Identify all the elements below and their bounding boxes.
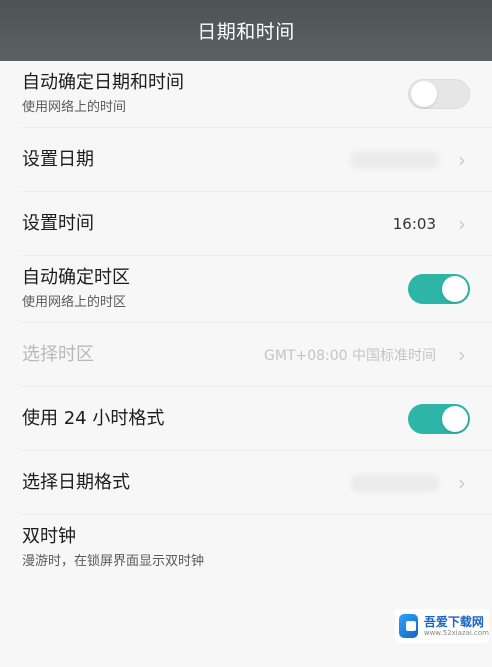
auto-timezone-subtitle: 使用网络上的时区 — [22, 295, 127, 310]
auto-datetime-title: 自动确定日期和时间 — [22, 72, 184, 93]
toggle-knob — [411, 81, 437, 107]
download-site-logo-icon — [399, 614, 418, 638]
date-format-title: 选择日期格式 — [22, 471, 130, 493]
chevron-right-icon: › — [458, 147, 466, 172]
dual-clock-title: 双时钟 — [22, 526, 76, 547]
title-bar: 日期和时间 — [0, 0, 492, 61]
page-title: 日期和时间 — [197, 21, 295, 43]
set-time-title: 设置时间 — [22, 212, 94, 234]
watermark-title: 吾爱下载网 — [423, 614, 484, 629]
toggle-knob — [442, 405, 468, 432]
use-24h-row[interactable]: 使用 24 小时格式 — [0, 387, 492, 450]
auto-datetime-subtitle: 使用网络上的时间 — [22, 100, 127, 115]
set-date-row[interactable]: 设置日期 › — [0, 128, 492, 191]
set-date-title: 设置日期 — [22, 148, 94, 170]
timezone-value: GMT+08:00 中国标准时间 — [263, 347, 436, 364]
watermark-url: www.52xiazai.com — [423, 628, 489, 637]
auto-timezone-row[interactable]: 自动确定时区 使用网络上的时区 — [0, 256, 492, 322]
auto-datetime-toggle[interactable] — [408, 79, 470, 109]
chevron-right-icon: › — [458, 470, 466, 495]
set-time-row[interactable]: 设置时间 16:03 › — [0, 192, 492, 255]
time-value: 16:03 — [392, 214, 436, 233]
auto-datetime-row[interactable]: 自动确定日期和时间 使用网络上的时间 — [0, 61, 492, 127]
date-value-blurred — [350, 150, 440, 169]
chevron-right-icon: › — [458, 342, 466, 367]
dual-clock-row[interactable]: 双时钟 漫游时，在锁屏界面显示双时钟 — [0, 515, 492, 581]
select-timezone-row: 选择时区 GMT+08:00 中国标准时间 › — [0, 323, 492, 386]
select-timezone-title: 选择时区 — [22, 343, 94, 365]
date-format-row[interactable]: 选择日期格式 › — [0, 451, 492, 514]
dual-clock-subtitle: 漫游时，在锁屏界面显示双时钟 — [22, 554, 205, 569]
auto-timezone-title: 自动确定时区 — [22, 267, 130, 288]
use-24h-toggle[interactable] — [408, 403, 470, 434]
date-format-value-blurred — [350, 473, 440, 492]
auto-timezone-toggle[interactable] — [408, 274, 470, 304]
chevron-right-icon: › — [458, 211, 466, 236]
watermark-logo: 吾爱下载网 www.52xiazai.com — [395, 609, 489, 643]
toggle-knob — [442, 276, 468, 302]
settings-list: 自动确定日期和时间 使用网络上的时间 设置日期 › 设置时间 16:03 › 自… — [0, 61, 492, 581]
use-24h-title: 使用 24 小时格式 — [22, 407, 165, 429]
